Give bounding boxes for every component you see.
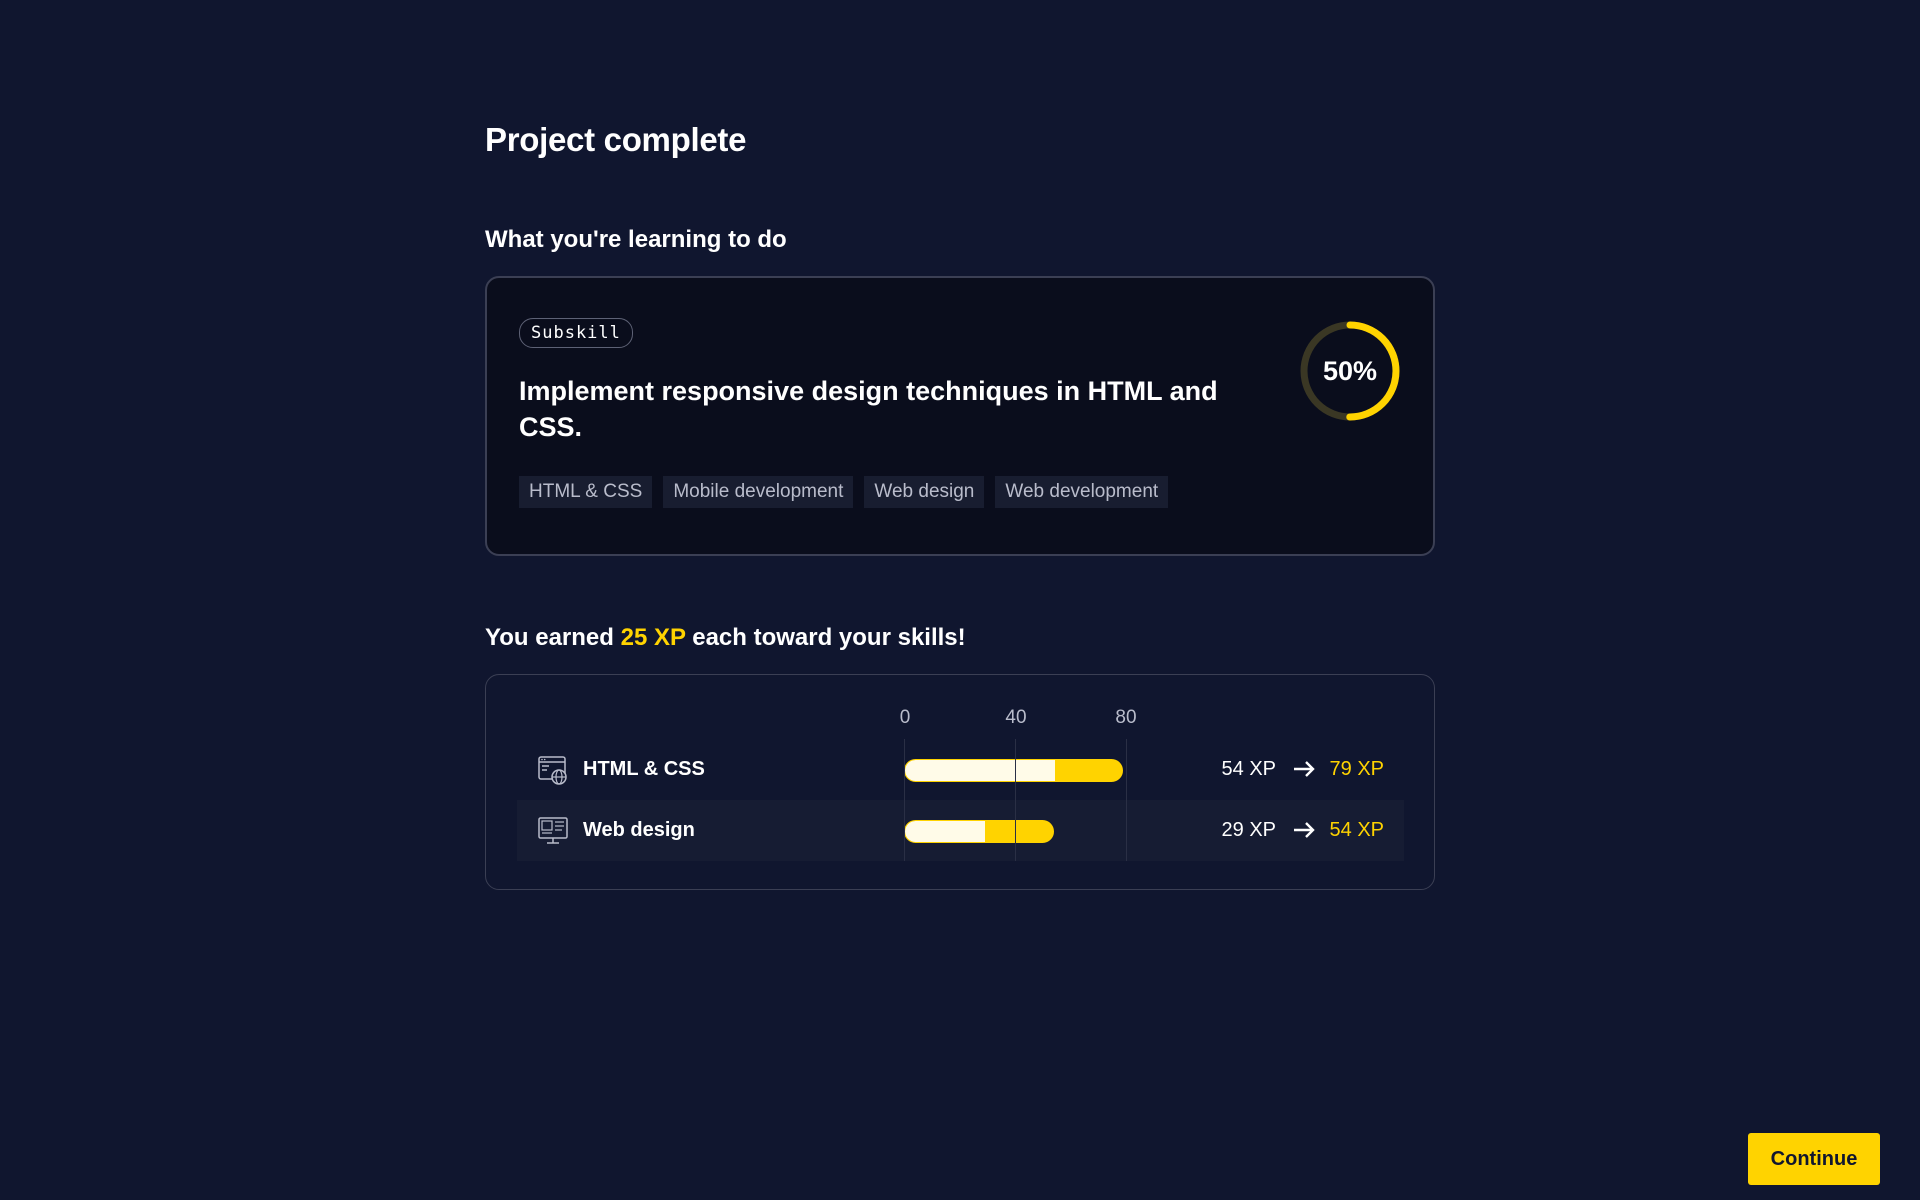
subskill-title: Implement responsive design techniques i… — [519, 376, 1218, 442]
xp-bar — [904, 820, 1054, 843]
xp-bar-previous — [905, 821, 986, 842]
xp-heading-amount: 25 XP — [620, 624, 686, 651]
gridline-40 — [1015, 739, 1016, 861]
axis-tick-40: 40 — [1005, 707, 1027, 728]
xp-from: 29 XP — [1221, 819, 1276, 841]
subskill-badge: Subskill — [519, 318, 633, 348]
xp-heading: You earned 25 XP each toward your skills… — [485, 622, 1435, 654]
gridline-80 — [1126, 739, 1127, 861]
xp-from: 54 XP — [1221, 758, 1276, 780]
xp-bar — [904, 759, 1124, 782]
learning-heading: What you're learning to do — [485, 226, 787, 253]
browser-globe-icon — [538, 756, 567, 785]
page-title: Project complete — [485, 121, 747, 158]
axis-tick-80: 80 — [1115, 707, 1137, 728]
skill-tags: HTML & CSS Mobile development Web design… — [519, 476, 1401, 508]
skill-name: HTML & CSS — [583, 758, 705, 780]
gridline-0 — [904, 739, 905, 861]
xp-row-html-css: HTML & CSS 54 XP 79 XP — [517, 739, 1404, 800]
xp-to: 54 XP — [1329, 819, 1384, 841]
skill-tag: Mobile development — [663, 476, 854, 508]
arrow-right-icon — [1294, 822, 1315, 838]
continue-button[interactable]: Continue — [1748, 1133, 1880, 1185]
skill-name: Web design — [583, 819, 695, 841]
xp-bar-previous — [905, 760, 1055, 781]
skill-tag: HTML & CSS — [519, 476, 653, 508]
main-content: Project complete What you're learning to… — [485, 118, 1435, 890]
progress-percent: 50% — [1322, 355, 1378, 386]
xp-card: 0 40 80 HTML & CSS 54 XP 79 XP Web desig… — [485, 674, 1435, 890]
monitor-layout-icon — [538, 817, 568, 844]
skill-tag: Web development — [995, 476, 1169, 508]
xp-to: 79 XP — [1329, 758, 1384, 780]
progress-ring: 50% — [1298, 319, 1402, 423]
axis-tick-0: 0 — [899, 707, 911, 728]
xp-row-web-design: Web design 29 XP 54 XP — [517, 800, 1404, 861]
skill-tag: Web design — [864, 476, 985, 508]
subskill-card: Subskill Implement responsive design tec… — [485, 276, 1435, 556]
arrow-right-icon — [1294, 761, 1315, 777]
xp-heading-suffix: each toward your skills! — [685, 624, 966, 651]
xp-heading-prefix: You earned — [485, 624, 621, 651]
